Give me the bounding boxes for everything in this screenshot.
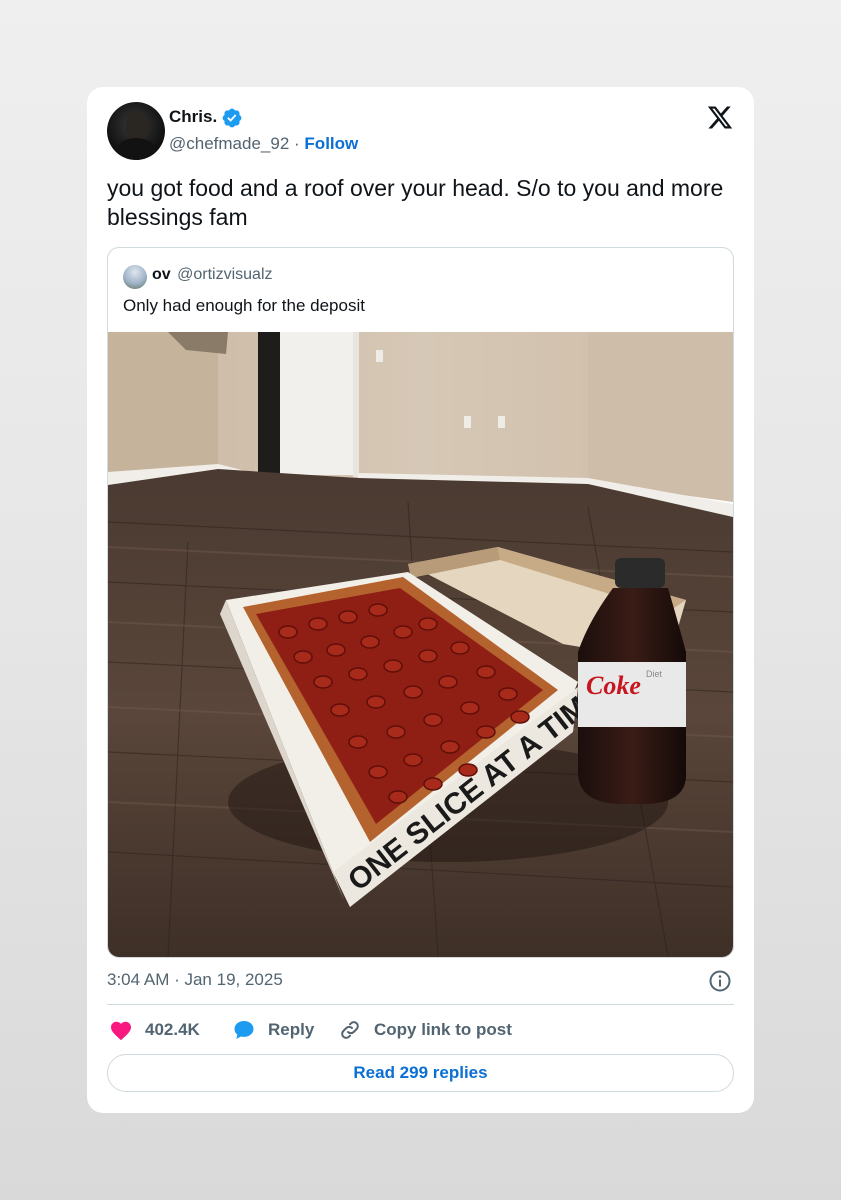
separator-dot: · bbox=[294, 134, 300, 153]
speech-bubble-icon bbox=[234, 1021, 254, 1039]
quoted-author-handle[interactable]: @ortizvisualz bbox=[177, 266, 272, 283]
quoted-author-name[interactable]: ov bbox=[152, 266, 171, 283]
heart-icon bbox=[111, 1021, 131, 1041]
bottle-label-text: Coke bbox=[586, 671, 641, 700]
read-replies-label: Read 299 replies bbox=[353, 1063, 488, 1082]
quoted-photo[interactable]: ONE SLICE AT A TIME Coke Diet bbox=[108, 332, 733, 957]
quoted-tweet-text: Only had enough for the deposit bbox=[123, 296, 365, 315]
follow-button[interactable]: Follow bbox=[304, 134, 358, 153]
quoted-author-line: ov @ortizvisualz bbox=[152, 266, 273, 284]
author-avatar[interactable] bbox=[107, 102, 165, 160]
page-background: Chris. @chefmade_92 · Follow you got foo… bbox=[0, 0, 841, 1200]
like-button[interactable]: 402.4K bbox=[109, 1017, 200, 1043]
quoted-author-avatar[interactable] bbox=[123, 265, 147, 289]
footer-divider bbox=[107, 1004, 734, 1005]
reply-label: Reply bbox=[268, 1020, 315, 1039]
bottle-label-sub: Diet bbox=[646, 669, 663, 679]
x-logo-icon[interactable] bbox=[706, 104, 734, 131]
author-name[interactable]: Chris. bbox=[169, 107, 217, 127]
copy-link-button[interactable]: Copy link to post bbox=[338, 1017, 512, 1043]
like-count: 402.4K bbox=[145, 1020, 200, 1039]
link-icon bbox=[341, 1021, 359, 1039]
author-handle[interactable]: @chefmade_92 bbox=[169, 134, 289, 153]
tweet-text: you got food and a roof over your head. … bbox=[107, 175, 724, 230]
read-replies-button[interactable]: Read 299 replies bbox=[107, 1054, 734, 1092]
verified-badge-icon bbox=[222, 108, 242, 128]
tweet-timestamp[interactable]: 3:04 AM · Jan 19, 2025 bbox=[107, 970, 283, 990]
author-handle-line: @chefmade_92 · Follow bbox=[169, 134, 358, 154]
tweet-card: Chris. @chefmade_92 · Follow you got foo… bbox=[87, 87, 754, 1113]
info-icon[interactable] bbox=[708, 969, 732, 993]
reply-button[interactable]: Reply bbox=[232, 1017, 314, 1043]
copy-link-label: Copy link to post bbox=[374, 1020, 512, 1039]
quoted-tweet[interactable]: ov @ortizvisualz Only had enough for the… bbox=[107, 247, 734, 958]
